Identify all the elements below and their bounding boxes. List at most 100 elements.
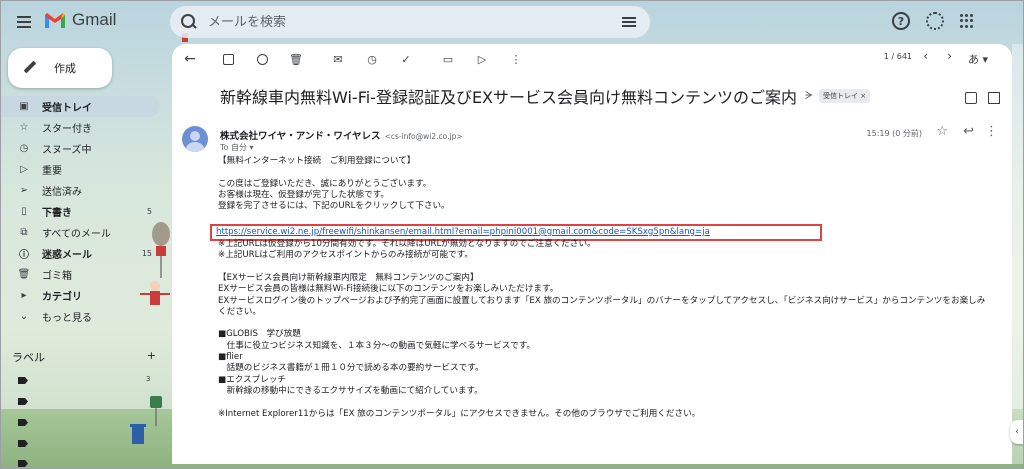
sidebar-item-count: 15 [141, 249, 152, 258]
star-icon[interactable]: ☆ [936, 124, 948, 139]
body-line: 登録を完了させるには、下記のURLをクリックして下さい。 [218, 201, 450, 212]
more-options-icon[interactable]: ⋮ [508, 51, 524, 67]
input-tools-button[interactable]: あ ▾ [968, 51, 988, 67]
body-line: ■エクスプレッチ [218, 374, 287, 385]
recipient-details[interactable]: To 自分 ▾ [220, 142, 254, 153]
sidebar-item-label: 受信トレイ [42, 103, 92, 114]
body-line: ■flier [218, 352, 243, 363]
body-line: EXサービス会員の皆様は無料Wi-Fi接続後に以下のコンテンツをお楽しみいただけ… [218, 284, 559, 295]
gmail-m-icon [45, 12, 65, 28]
sidebar-item-trash[interactable]: 🗑 ゴミ箱 [0, 264, 168, 285]
open-new-window-icon[interactable] [988, 92, 1000, 104]
body-line: 仕事に役立つビジネス知識を、１本３分～の動画で気軽に学べるサービスです。 [218, 340, 536, 351]
compose-button[interactable]: 作成 [8, 48, 112, 88]
body-line: ください。 [218, 306, 261, 317]
trash-icon: 🗑 [17, 269, 31, 280]
label-item[interactable] [18, 398, 158, 410]
labels-header: ラベル + [12, 349, 156, 365]
snooze-icon[interactable]: ◷ [364, 51, 380, 67]
sidebar-item-label: 迷惑メール [42, 250, 92, 261]
sidebar-item-sent[interactable]: ➢ 送信済み [0, 180, 168, 201]
sidebar-item-all-mail[interactable]: ⧉ すべてのメール [0, 222, 168, 243]
label-item[interactable]: 3 [18, 375, 158, 389]
sidebar-item-label: もっと見る [42, 313, 92, 324]
sidebar-nav: ▣ 受信トレイ ☆ スター付き ◷ スヌーズ中 ▷ 重要 ➢ 送信済み ▯ 下書… [0, 96, 168, 327]
help-icon[interactable]: ? [892, 12, 910, 30]
body-line: この度はご登録いただき、誠にありがとうございます。 [218, 178, 432, 189]
sidebar-item-label: すべてのメール [42, 229, 111, 240]
chevron-left-icon[interactable]: ‹ [923, 49, 928, 63]
sender-name[interactable]: 株式会社ワイヤ・アンド・ワイヤレス [220, 131, 381, 142]
top-right-actions: ? [892, 12, 974, 30]
sender-email: <cs-info@wi2.co.jp> [384, 132, 463, 141]
main-menu-button[interactable] [12, 10, 36, 34]
label-tag-icon [18, 460, 28, 467]
label-tag-icon [18, 419, 28, 426]
body-line: ■GLOBIS 学び放題 [218, 329, 301, 340]
add-label-icon[interactable]: + [147, 349, 156, 365]
sidebar-item-categories[interactable]: ▸ カテゴリ [0, 285, 168, 306]
reply-icon[interactable]: ↩ [963, 124, 974, 139]
registration-link[interactable]: https://service.wi2.ne.jp/freewifi/shink… [216, 227, 710, 237]
sidebar-item-more[interactable]: ⌄ もっと見る [0, 306, 168, 327]
inbox-label-chip[interactable]: 受信トレイ × [819, 89, 871, 103]
message-time: 15:19 (0 分前) [866, 129, 922, 138]
gmail-logo-text: Gmail [72, 10, 117, 29]
body-line: ※上記URLはご利用のアクセスポイントからのみ接続が可能です。 [218, 250, 473, 261]
more-vert-icon[interactable]: ⋮ [985, 124, 998, 139]
body-line: 【EXサービス会員向け新幹線車内限定 無料コンテンツのご案内】 [218, 272, 479, 283]
pagination-text: 1 / 641 [883, 52, 912, 61]
search-input[interactable] [208, 14, 608, 30]
apps-grid-icon[interactable] [960, 14, 974, 28]
archive-icon[interactable] [220, 51, 236, 67]
chevron-down-icon: ⌄ [19, 311, 29, 322]
important-icon: ▷ [20, 164, 28, 175]
message-toolbar: ← 🗑 ✉ ◷ ✓ ▭ ▷ ⋮ 1 / 641 ‹ › あ ▾ [172, 44, 1012, 74]
sidebar-item-inbox[interactable]: ▣ 受信トレイ [0, 96, 160, 117]
report-spam-icon[interactable] [254, 51, 270, 67]
gear-icon[interactable] [926, 12, 944, 30]
sidebar-item-label: スター付き [42, 124, 92, 135]
sender-line: 株式会社ワイヤ・アンド・ワイヤレス <cs-info@wi2.co.jp> [220, 128, 463, 142]
subject-row: 新幹線車内無料Wi-Fi-登録認証及びEXサービス会員向け無料コンテンツのご案内… [220, 84, 871, 108]
chevron-right-icon[interactable]: › [947, 49, 952, 63]
search-options-icon[interactable] [622, 15, 636, 29]
sidebar-item-important[interactable]: ▷ 重要 [0, 159, 168, 180]
body-line: EXサービスログイン後のトップページおよび予約完了画面に設置しております「EX … [218, 295, 986, 306]
delete-icon[interactable]: 🗑 [288, 51, 304, 67]
search-bar [170, 6, 650, 38]
sidebar-item-drafts[interactable]: ▯ 下書き 5 [0, 201, 168, 222]
clock-icon: ◷ [19, 143, 29, 154]
back-arrow-icon[interactable]: ← [182, 51, 198, 67]
label-item[interactable] [18, 419, 158, 431]
move-to-icon[interactable]: ▭ [440, 51, 456, 67]
pencil-icon [22, 59, 40, 77]
important-marker-icon[interactable]: ᗒ [805, 89, 813, 103]
top-bar: Gmail ? [0, 0, 1024, 44]
body-line: 【無料インターネット接続 ご利用登録について】 [218, 156, 416, 166]
label-item[interactable] [18, 440, 158, 452]
label-icon[interactable]: ▷ [474, 51, 490, 67]
avatar[interactable] [182, 126, 208, 152]
mark-unread-icon[interactable]: ✉ [330, 51, 346, 67]
search-icon[interactable] [180, 13, 198, 31]
label-item[interactable] [18, 460, 158, 469]
body-line: 新幹線の移動中にできるエクササイズを動画にて紹介しています。 [218, 385, 483, 396]
sidebar: 作成 ▣ 受信トレイ ☆ スター付き ◷ スヌーズ中 ▷ 重要 ➢ 送信済み ▯… [0, 44, 168, 469]
message-body: 【無料インターネット接続 ご利用登録について】 この度はご登録いただき、誠にあり… [210, 156, 986, 420]
add-task-icon[interactable]: ✓ [398, 51, 414, 67]
sidebar-item-snoozed[interactable]: ◷ スヌーズ中 [0, 138, 168, 159]
side-panel-toggle[interactable]: ‹ [1010, 420, 1024, 444]
print-icon[interactable] [965, 92, 977, 104]
label-tag-icon [18, 377, 28, 384]
body-line: お客様は現在、仮登録が完了した状態です。 [218, 189, 390, 200]
sidebar-item-count: 5 [146, 207, 152, 216]
sidebar-item-spam[interactable]: ⓘ 迷惑メール 15 [0, 243, 168, 264]
star-icon: ☆ [19, 122, 29, 133]
sidebar-item-starred[interactable]: ☆ スター付き [0, 117, 168, 138]
spam-icon: ⓘ [19, 250, 29, 261]
message-subject: 新幹線車内無料Wi-Fi-登録認証及びEXサービス会員向け無料コンテンツのご案内 [220, 88, 798, 107]
sidebar-item-label: 下書き [42, 208, 72, 219]
gmail-logo[interactable]: Gmail [44, 10, 116, 30]
send-icon: ➢ [19, 185, 29, 196]
